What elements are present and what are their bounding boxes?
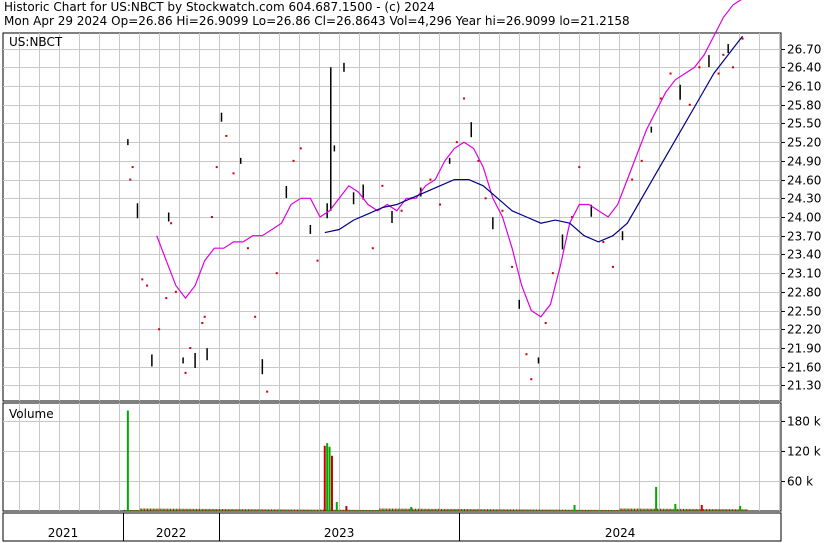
price-tick-label: 26.70 [787,43,821,57]
price-tick-label: 24.90 [787,155,821,169]
time-axis-frame [2,512,782,542]
year-label: 2024 [605,526,636,540]
volume-tick-label: 120 k [787,445,821,459]
price-tick-label: 25.20 [787,136,821,150]
price-tick-label: 26.40 [787,61,821,75]
year-label: 2023 [324,526,355,540]
price-tick-label: 25.50 [787,117,821,131]
year-label: 2021 [48,526,79,540]
price-tick-label: 26.10 [787,80,821,94]
price-tick-label: 22.80 [787,286,821,300]
price-tick-label: 24.60 [787,174,821,188]
price-tick-label: 24.30 [787,192,821,206]
price-panel-title: US:NBCT [9,35,63,49]
volume-tick-label: 180 k [787,415,821,429]
price-tick-label: 25.80 [787,99,821,113]
price-tick-label: 21.60 [787,361,821,375]
price-tick-label: 21.30 [787,379,821,393]
price-tick-label: 23.40 [787,248,821,262]
stock-chart: 26.70 26.40 26.10 25.80 25.50 25.20 24.90 24.60… [2,0,821,542]
price-tick-label: 23.10 [787,267,821,281]
price-tick-label: 24.00 [787,211,821,225]
volume-panel-title: Volume [9,407,54,421]
price-tick-label: 23.70 [787,230,821,244]
year-label: 2022 [156,526,187,540]
volume-tick-label: 60 k [787,475,813,489]
price-tick-label: 22.50 [787,305,821,319]
price-tick-label: 22.20 [787,323,821,337]
price-tick-label: 21.90 [787,342,821,356]
